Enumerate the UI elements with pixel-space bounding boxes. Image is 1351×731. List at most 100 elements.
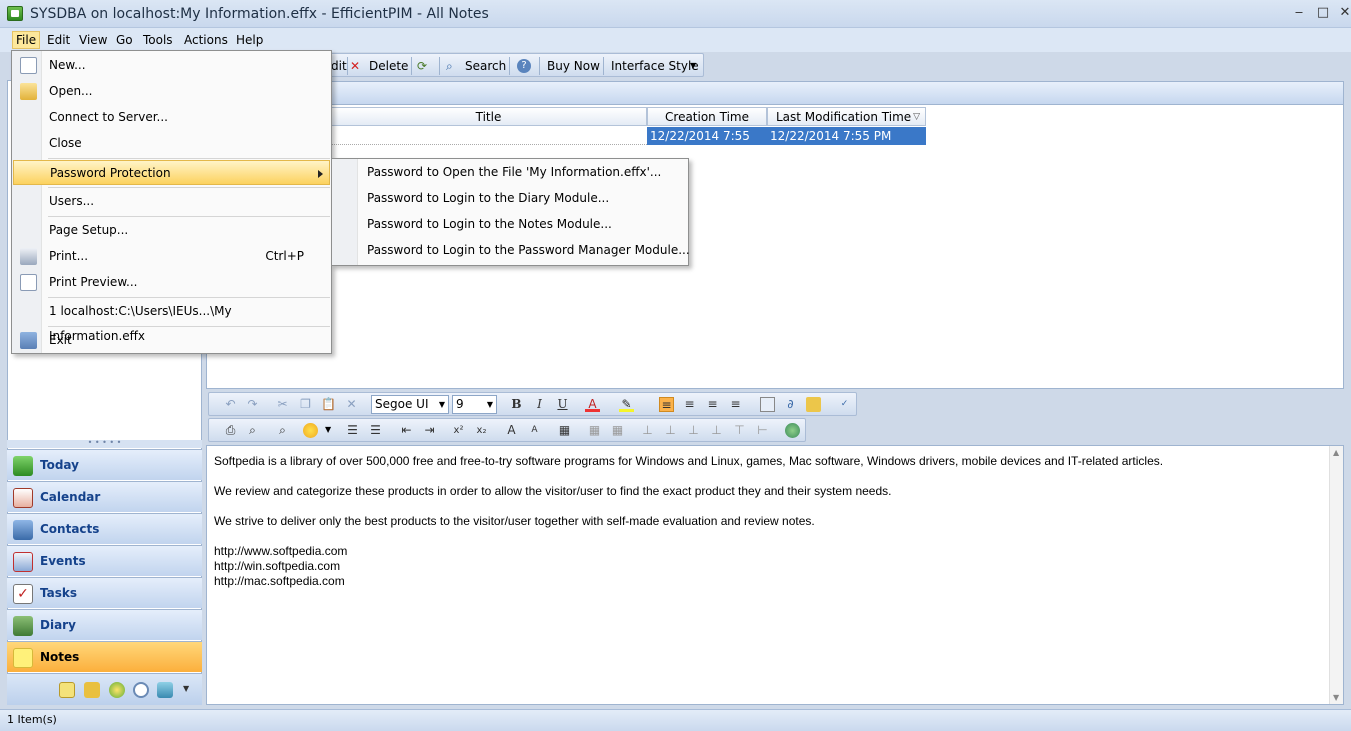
- refresh-icon[interactable]: ⟳: [417, 57, 427, 75]
- paste-icon[interactable]: 📋: [321, 397, 336, 412]
- help-icon[interactable]: ?: [517, 59, 531, 73]
- menu-item-print[interactable]: Print... Ctrl+P: [13, 244, 330, 269]
- print-preview-icon[interactable]: ⌕: [245, 423, 260, 438]
- chevron-down-icon[interactable]: ▼: [183, 684, 189, 693]
- scroll-down-icon[interactable]: ▼: [1333, 693, 1339, 702]
- italic-icon[interactable]: I: [532, 397, 547, 412]
- menu-actions[interactable]: Actions: [181, 32, 231, 48]
- maximize-button[interactable]: □: [1311, 4, 1335, 22]
- attach-icon[interactable]: ∂: [783, 397, 798, 412]
- spellcheck-icon[interactable]: ✓: [837, 397, 852, 412]
- minimize-button[interactable]: ‒: [1287, 4, 1311, 22]
- globe-icon[interactable]: [109, 682, 125, 698]
- notes-icon[interactable]: [59, 682, 75, 698]
- bullet-list-icon[interactable]: ☰: [345, 423, 360, 438]
- shrink-font-icon[interactable]: A: [527, 423, 542, 438]
- close-button[interactable]: ✕: [1333, 4, 1351, 22]
- buy-now-button[interactable]: Buy Now: [547, 57, 600, 75]
- emoticon-icon[interactable]: [303, 423, 318, 438]
- find-icon[interactable]: ⌕: [275, 423, 290, 438]
- edit-button[interactable]: dit: [331, 57, 347, 75]
- highlight-icon[interactable]: ✎: [619, 397, 634, 412]
- font-color-icon[interactable]: A: [585, 397, 600, 412]
- menu-item-page-setup[interactable]: Page Setup...: [13, 218, 330, 243]
- justify-icon[interactable]: ≡: [728, 397, 743, 412]
- menu-item-connect[interactable]: Connect to Server...: [13, 105, 330, 130]
- menu-edit[interactable]: Edit: [44, 32, 73, 48]
- clear-icon[interactable]: ✕: [344, 397, 359, 412]
- menu-tools[interactable]: Tools: [140, 32, 176, 48]
- nav-today[interactable]: Today: [7, 449, 202, 480]
- org-chart-icon[interactable]: ⊤: [732, 423, 747, 438]
- column-title[interactable]: Title: [330, 107, 647, 126]
- bold-icon[interactable]: B: [509, 397, 524, 412]
- table-row-icon[interactable]: ▦: [587, 423, 602, 438]
- org-chart-icon[interactable]: ⊢: [755, 423, 770, 438]
- editor-scrollbar[interactable]: ▲ ▼: [1329, 446, 1343, 704]
- column-creation-time[interactable]: Creation Time: [647, 107, 767, 126]
- filter-icon[interactable]: ▽: [913, 108, 920, 126]
- align-left-icon[interactable]: ≡: [659, 397, 674, 412]
- chevron-down-icon[interactable]: ▼: [325, 425, 331, 434]
- align-center-icon[interactable]: ≡: [682, 397, 697, 412]
- menu-item-recent-file[interactable]: 1 localhost:C:\Users\IEUs...\My Informat…: [13, 299, 330, 343]
- table-row-created[interactable]: 12/22/2014 7:55 PM: [647, 127, 767, 161]
- nav-events[interactable]: Events: [7, 545, 202, 576]
- font-family-select[interactable]: Segoe UI ▼: [371, 395, 449, 414]
- note-editor[interactable]: Softpedia is a library of over 500,000 f…: [206, 445, 1344, 705]
- superscript-icon[interactable]: x²: [451, 423, 466, 438]
- sidebar-splitter[interactable]: • • • • •: [7, 439, 202, 448]
- table-icon[interactable]: ▦: [557, 423, 572, 438]
- org-chart-icon[interactable]: ⊥: [640, 423, 655, 438]
- interface-style-button[interactable]: Interface Style: [611, 57, 699, 75]
- undo-icon[interactable]: ↶: [223, 397, 238, 412]
- menu-help[interactable]: Help: [233, 32, 266, 48]
- link-icon[interactable]: [806, 397, 821, 412]
- font-size-select[interactable]: 9 ▼: [452, 395, 497, 414]
- menu-item-open[interactable]: Open...: [13, 79, 330, 104]
- nav-calendar[interactable]: Calendar: [7, 481, 202, 512]
- underline-icon[interactable]: U: [555, 397, 570, 412]
- menu-view[interactable]: View: [76, 32, 110, 48]
- nav-diary[interactable]: Diary: [7, 609, 202, 640]
- sync-icon[interactable]: [157, 682, 173, 698]
- menu-go[interactable]: Go: [113, 32, 136, 48]
- org-chart-icon[interactable]: ⊥: [663, 423, 678, 438]
- table-row-modified[interactable]: 12/22/2014 7:55 PM: [767, 127, 926, 145]
- submenu-item-password-manager[interactable]: Password to Login to the Password Manage…: [367, 237, 690, 263]
- grow-font-icon[interactable]: A: [504, 423, 519, 438]
- column-last-modification[interactable]: Last Modification Time ▽: [767, 107, 926, 126]
- submenu-item-password-file[interactable]: Password to Open the File 'My Informatio…: [367, 159, 661, 185]
- subscript-icon[interactable]: x₂: [474, 423, 489, 438]
- menu-item-close[interactable]: Close: [13, 131, 330, 156]
- menu-item-password-protection[interactable]: Password Protection: [13, 160, 330, 185]
- org-chart-icon[interactable]: ⊥: [709, 423, 724, 438]
- submenu-item-password-diary[interactable]: Password to Login to the Diary Module...: [367, 185, 609, 211]
- align-right-icon[interactable]: ≡: [705, 397, 720, 412]
- nav-tasks[interactable]: ✓ Tasks: [7, 577, 202, 608]
- print-icon[interactable]: ⎙: [223, 423, 238, 438]
- search-button[interactable]: Search: [465, 57, 506, 75]
- scroll-up-icon[interactable]: ▲: [1333, 448, 1339, 457]
- key-icon[interactable]: [84, 682, 100, 698]
- menu-item-exit[interactable]: Exit: [13, 328, 330, 353]
- submenu-item-password-notes[interactable]: Password to Login to the Notes Module...: [367, 211, 612, 237]
- menu-item-print-preview[interactable]: Print Preview...: [13, 270, 330, 295]
- org-chart-icon[interactable]: ⊥: [686, 423, 701, 438]
- nav-notes[interactable]: Notes: [7, 641, 202, 672]
- indent-icon[interactable]: ⇥: [422, 423, 437, 438]
- outdent-icon[interactable]: ⇤: [399, 423, 414, 438]
- numbered-list-icon[interactable]: ☰: [368, 423, 383, 438]
- menu-item-new[interactable]: New...: [13, 53, 330, 78]
- table-col-icon[interactable]: ▦: [610, 423, 625, 438]
- delete-button[interactable]: Delete: [369, 57, 408, 75]
- menu-file[interactable]: File: [12, 31, 41, 49]
- redo-icon[interactable]: ↷: [245, 397, 260, 412]
- search-icon[interactable]: [133, 682, 149, 698]
- menu-item-users[interactable]: Users...: [13, 189, 330, 214]
- cut-icon[interactable]: ✂: [275, 397, 290, 412]
- nav-contacts[interactable]: Contacts: [7, 513, 202, 544]
- image-icon[interactable]: [760, 397, 775, 412]
- copy-icon[interactable]: ❐: [298, 397, 313, 412]
- globe-icon[interactable]: [785, 423, 800, 438]
